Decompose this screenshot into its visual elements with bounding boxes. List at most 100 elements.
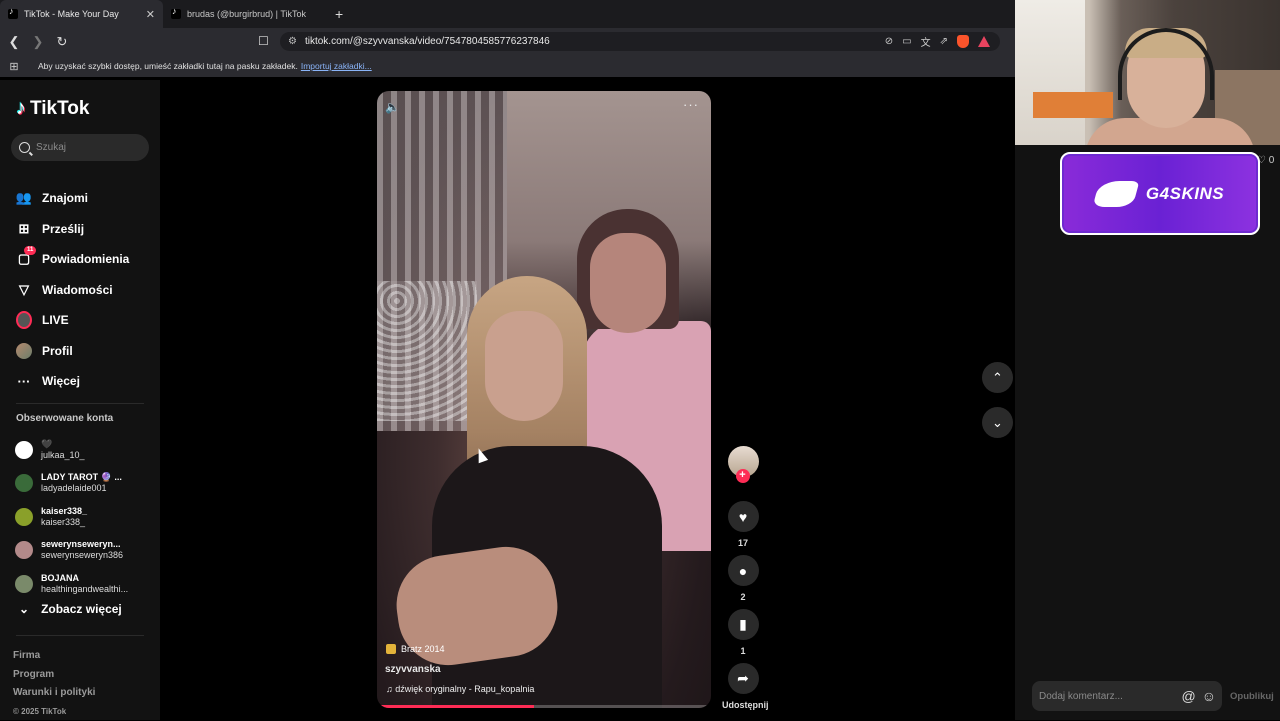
url-field[interactable]: ⚙ tiktok.com/@szyvvanska/video/754780458… — [280, 32, 1000, 51]
sidebar-item-upload[interactable]: ⊞ Prześlij — [16, 214, 129, 245]
sidebar-item-profile[interactable]: Profil — [16, 336, 129, 367]
followed-accounts-list: 🖤julkaa_10_ LADY TAROT 🔮 ...ladyadelaide… — [15, 433, 128, 601]
follow-plus-icon[interactable]: + — [736, 469, 750, 483]
comment-input[interactable]: Dodaj komentarz... @ ☺ — [1032, 681, 1222, 711]
sponsor-banner: G4SKINS — [1060, 152, 1260, 235]
tiktok-sidebar: ♪ TikTok Szukaj 👥 Znajomi ⊞ Prześlij ▢11… — [0, 80, 160, 720]
cast-icon[interactable]: ▭ — [902, 36, 911, 47]
chevron-down-icon: ⌄ — [19, 602, 29, 616]
video-scene-lace — [377, 281, 477, 421]
video-progress-bar[interactable] — [377, 705, 711, 708]
tiktok-favicon-icon — [8, 9, 18, 19]
followed-account[interactable]: 🖤julkaa_10_ — [15, 433, 128, 467]
more-options-icon[interactable]: ··· — [683, 97, 699, 112]
account-handle: sewerynseweryn386 — [41, 550, 123, 561]
brave-shield-icon[interactable] — [957, 35, 969, 48]
import-bookmarks-link[interactable]: Importuj zakładki... — [301, 61, 372, 71]
tab-tiktok[interactable]: TikTok - Make Your Day ✕ — [0, 0, 163, 28]
mention-icon[interactable]: @ — [1181, 688, 1195, 704]
account-handle: kaiser338_ — [41, 517, 87, 528]
video-scene-person — [485, 311, 563, 421]
translate-icon[interactable]: 文 — [921, 34, 931, 49]
sidebar-item-live[interactable]: LIVE — [16, 305, 129, 336]
tab-brudas[interactable]: brudas (@burgirbrud) | TikTok — [163, 0, 323, 28]
avatar — [15, 474, 33, 492]
reload-icon[interactable]: ↻ — [52, 34, 72, 50]
like-button[interactable]: ♥ — [728, 501, 759, 532]
bookmark-icon[interactable]: ☐ — [258, 34, 269, 48]
sidebar-item-messages[interactable]: ▽ Wiadomości — [16, 275, 129, 306]
account-handle: healthingandwealthi... — [41, 584, 128, 595]
followed-account[interactable]: kaiser338_kaiser338_ — [15, 500, 128, 534]
share-page-icon[interactable]: ⇗ — [940, 36, 948, 47]
share-icon: ➦ — [737, 670, 749, 687]
publish-button[interactable]: Opublikuj — [1230, 691, 1274, 702]
search-placeholder: Szukaj — [36, 142, 66, 153]
followed-account[interactable]: BOJANAhealthingandwealthi... — [15, 567, 128, 601]
search-input[interactable]: Szukaj — [11, 134, 149, 161]
logo-text: TikTok — [30, 98, 89, 120]
new-tab-button[interactable]: + — [335, 6, 343, 22]
comment-icon: ● — [739, 563, 747, 579]
sidebar-item-friends[interactable]: 👥 Znajomi — [16, 183, 129, 214]
avatar — [15, 441, 33, 459]
save-button[interactable]: ▮ — [728, 609, 759, 640]
footer-link-terms[interactable]: Warunki i polityki — [13, 684, 95, 703]
emoji-icon[interactable]: ☺ — [1202, 688, 1216, 704]
sidebar-item-more[interactable]: ··· Więcej — [16, 366, 129, 397]
copyright: © 2025 TikTok — [13, 703, 95, 721]
sidebar-item-notifications[interactable]: ▢11 Powiadomienia — [16, 244, 129, 275]
footer-link-program[interactable]: Program — [13, 666, 95, 685]
account-name: BOJANA — [41, 573, 128, 584]
share-button[interactable]: ➦ — [728, 663, 759, 694]
webcam-scene-window — [1015, 0, 1085, 145]
bookmarks-bar: ⊞ Aby uzyskać szybki dostęp, umieść zakł… — [0, 55, 1015, 77]
divider — [16, 403, 144, 404]
sidebar-item-label: LIVE — [42, 313, 69, 327]
see-more-button[interactable]: ⌄ Zobacz więcej — [19, 602, 122, 616]
tab-title: TikTok - Make Your Day — [24, 9, 119, 19]
video-tag[interactable]: Bratz 2014 — [386, 644, 445, 654]
site-info-icon[interactable]: ⚙ — [288, 36, 297, 47]
video-scene-person — [590, 233, 666, 333]
sidebar-item-label: Profil — [42, 344, 73, 358]
followed-account[interactable]: LADY TAROT 🔮 ...ladyadelaide001 — [15, 467, 128, 501]
back-icon[interactable]: ❮ — [4, 34, 24, 50]
video-music[interactable]: ♫ dźwięk oryginalny - Rapu_kopalnia — [386, 684, 534, 694]
see-more-label: Zobacz więcej — [41, 602, 122, 616]
next-video-button[interactable]: ⌄ — [982, 407, 1013, 438]
search-icon — [19, 142, 30, 153]
brave-rewards-icon[interactable] — [978, 36, 990, 47]
tab-title: brudas (@burgirbrud) | TikTok — [187, 9, 306, 19]
forward-icon[interactable]: ❯ — [28, 34, 48, 50]
video-player[interactable]: 🔈 ··· Bratz 2014 szyvvanska ♫ dźwięk ory… — [377, 91, 711, 708]
upload-icon: ⊞ — [16, 221, 32, 237]
tiktok-favicon-icon — [171, 9, 181, 19]
followed-account[interactable]: sewerynseweryn...sewerynseweryn386 — [15, 534, 128, 568]
tracking-icon[interactable]: ⊘ — [885, 36, 893, 47]
tag-icon — [386, 644, 396, 654]
author-avatar[interactable]: + — [728, 446, 759, 477]
comment-button[interactable]: ● — [728, 555, 759, 586]
close-tab-icon[interactable]: ✕ — [146, 8, 155, 21]
avatar — [15, 508, 33, 526]
address-bar-row: ❮ ❯ ↻ ☐ ⚙ tiktok.com/@szyvvanska/video/7… — [0, 28, 1015, 55]
footer-link-company[interactable]: Firma — [13, 647, 95, 666]
apps-grid-icon[interactable]: ⊞ — [2, 60, 26, 73]
sidebar-footer: Firma Program Warunki i polityki © 2025 … — [13, 647, 95, 721]
browser-tab-bar: TikTok - Make Your Day ✕ brudas (@burgir… — [0, 0, 1015, 28]
action-rail: + ♥ 17 ● 2 ▮ 1 ➦ Udostępnij — [722, 446, 764, 717]
bookmark-icon: ▮ — [739, 616, 747, 633]
bookmarks-message: Aby uzyskać szybki dostęp, umieść zakład… — [38, 61, 298, 71]
save-count: 1 — [722, 640, 764, 663]
video-author[interactable]: szyvvanska — [385, 664, 441, 675]
tiktok-note-icon: ♪ — [16, 97, 26, 120]
more-icon: ··· — [16, 373, 32, 389]
chevron-down-icon: ⌄ — [992, 415, 1003, 431]
volume-icon[interactable]: 🔈 — [385, 100, 400, 114]
previous-video-button[interactable]: ⌃ — [982, 362, 1013, 393]
url-text: tiktok.com/@szyvvanska/video/75478045857… — [305, 36, 550, 47]
tiktok-logo[interactable]: ♪ TikTok — [16, 97, 89, 120]
messages-icon: ▽ — [16, 282, 32, 298]
webcam-overlay — [1015, 0, 1280, 145]
